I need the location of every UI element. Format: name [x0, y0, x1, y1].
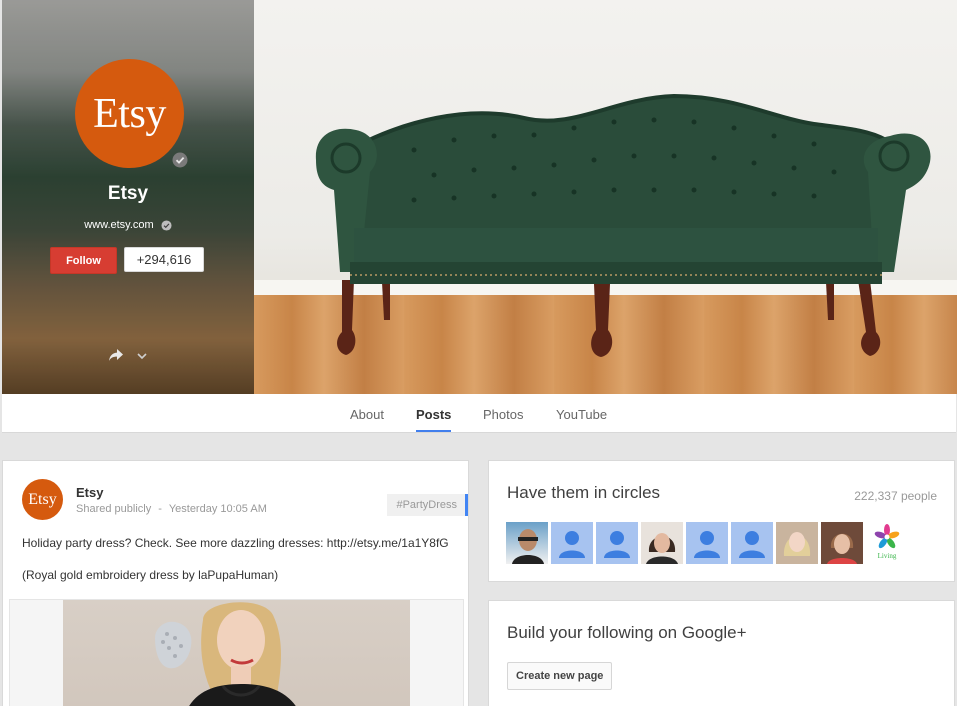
meta-separator: -	[158, 503, 162, 515]
post-author-avatar[interactable]: Etsy	[22, 479, 63, 520]
tab-posts[interactable]: Posts	[416, 394, 452, 432]
default-user-icon	[694, 531, 720, 558]
build-following-card: Build your following on Google+ Create n…	[488, 600, 955, 706]
post-image[interactable]	[63, 600, 410, 706]
post-image-frame[interactable]	[9, 599, 464, 706]
circles-title: Have them in circles	[507, 483, 661, 502]
circles-avatars: Living	[506, 522, 908, 564]
profile-header-panel: Etsy Etsy www.etsy.com Follow +294,616	[2, 0, 254, 394]
person-photo	[512, 529, 544, 564]
post-body-text: Holiday party dress? Check. See more daz…	[22, 536, 449, 550]
build-following-title: Build your following on Google+	[507, 623, 747, 642]
circle-member-avatar[interactable]	[641, 522, 683, 564]
circle-member-avatar[interactable]: Living	[866, 522, 908, 564]
profile-website-link[interactable]: www.etsy.com	[84, 219, 153, 231]
hashtag-chip[interactable]: #PartyDress	[387, 494, 468, 516]
profile-tabs: About Posts Photos YouTube	[2, 394, 956, 433]
circle-member-avatar[interactable]	[596, 522, 638, 564]
chevron-down-icon[interactable]	[137, 352, 147, 360]
etsy-logo-text: Etsy	[93, 90, 166, 137]
share-icon[interactable]	[108, 348, 124, 362]
person-photo	[783, 532, 811, 556]
person-photo	[827, 533, 857, 564]
verified-url-icon	[161, 220, 172, 231]
verified-badge-icon	[172, 152, 188, 168]
plus-one-count: +294,616	[124, 247, 204, 272]
circle-member-avatar[interactable]	[551, 522, 593, 564]
green-sofa-image	[315, 93, 931, 357]
circle-member-avatar[interactable]	[731, 522, 773, 564]
circle-member-avatar[interactable]	[506, 522, 548, 564]
living-logo-text: Living	[878, 552, 897, 560]
circles-count[interactable]: 222,337 people	[854, 489, 937, 503]
profile-name: Etsy	[107, 183, 149, 204]
post-caption: (Royal gold embroidery dress by laPupaHu…	[22, 568, 279, 582]
default-user-icon	[559, 531, 585, 558]
post-author-name[interactable]: Etsy	[76, 485, 103, 500]
follow-button[interactable]: Follow	[50, 247, 117, 274]
flower-logo-icon: Living	[874, 524, 900, 560]
post-meta: Shared publicly - Yesterday 10:05 AM	[76, 503, 267, 515]
model-photo	[155, 602, 296, 706]
tab-about[interactable]: About	[350, 394, 384, 432]
post-card: Etsy Etsy Shared publicly - Yesterday 10…	[2, 460, 469, 706]
person-photo	[646, 533, 678, 564]
cover-photo	[254, 0, 957, 394]
default-user-icon	[739, 531, 765, 558]
tab-youtube[interactable]: YouTube	[556, 394, 607, 432]
create-new-page-button[interactable]: Create new page	[507, 662, 613, 690]
post-avatar-text: Etsy	[28, 490, 57, 508]
post-visibility[interactable]: Shared publicly	[76, 503, 151, 515]
circle-member-avatar[interactable]	[821, 522, 863, 564]
circle-member-avatar[interactable]	[686, 522, 728, 564]
profile-avatar[interactable]: Etsy	[75, 59, 184, 168]
profile-url-row: www.etsy.com	[2, 219, 254, 231]
post-timestamp[interactable]: Yesterday 10:05 AM	[169, 503, 267, 515]
default-user-icon	[604, 531, 630, 558]
circle-member-avatar[interactable]	[776, 522, 818, 564]
circles-card: Have them in circles 222,337 people Livi…	[488, 460, 955, 582]
tab-photos[interactable]: Photos	[483, 394, 523, 432]
